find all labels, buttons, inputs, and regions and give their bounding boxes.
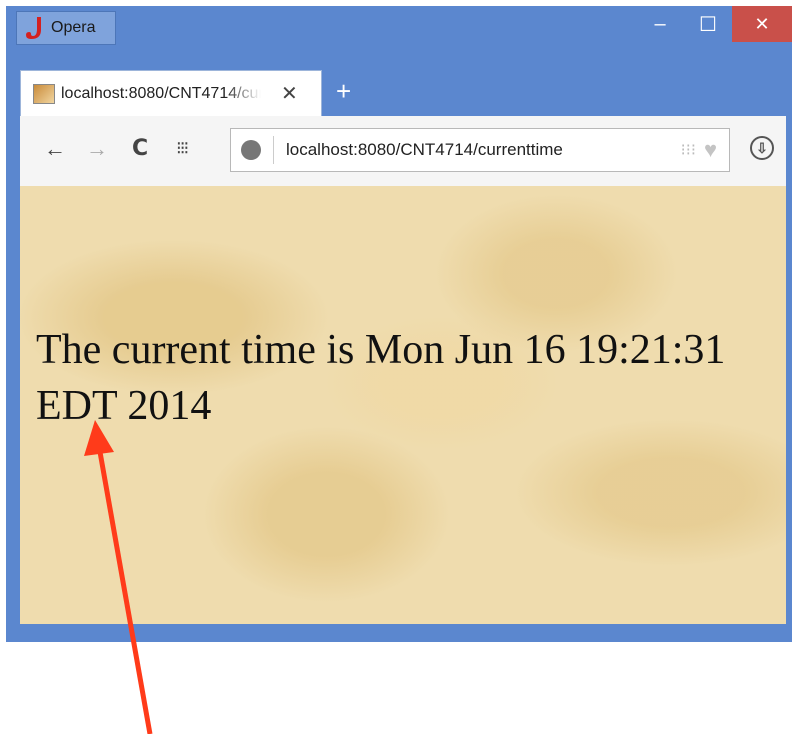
close-window-button[interactable]: ✕ <box>732 6 792 42</box>
browser-window: Opera – ☐ ✕ localhost:8080/CNT4714/curre… <box>6 6 792 642</box>
address-speed-dial-icon[interactable]: ⁝⁝⁝ <box>681 140 696 160</box>
tab-title: localhost:8080/CNT4714/currenttime <box>61 84 261 102</box>
minimize-button[interactable]: – <box>642 6 678 42</box>
forward-arrow-icon[interactable]: → <box>86 136 108 162</box>
address-input[interactable]: localhost:8080/CNT4714/currenttime <box>286 140 681 160</box>
download-icon[interactable]: ⇩ <box>750 136 774 160</box>
address-divider <box>273 136 274 164</box>
site-info-icon[interactable] <box>241 140 261 160</box>
opera-menu-label: Opera <box>51 19 96 36</box>
reload-icon[interactable]: C <box>132 136 148 161</box>
opera-menu-button[interactable]: Opera <box>16 11 116 45</box>
maximize-button[interactable]: ☐ <box>690 6 726 42</box>
bookmark-heart-icon[interactable]: ♥ <box>704 137 717 163</box>
back-arrow-icon[interactable]: ← <box>44 136 66 162</box>
navigation-toolbar: ← → C ⁝⁝⁝ localhost:8080/CNT4714/current… <box>20 116 786 187</box>
page-favicon-icon <box>33 83 55 104</box>
new-tab-button[interactable]: + <box>336 76 351 107</box>
address-bar[interactable]: localhost:8080/CNT4714/currenttime ⁝⁝⁝ ♥ <box>230 128 730 172</box>
opera-logo-icon <box>25 16 43 40</box>
page-content: The current time is Mon Jun 16 19:21:31 … <box>20 186 786 624</box>
speed-dial-icon[interactable]: ⁝⁝⁝ <box>176 138 189 159</box>
tab-close-icon[interactable]: ✕ <box>281 81 298 106</box>
tab-currenttime[interactable]: localhost:8080/CNT4714/currenttime ✕ <box>20 70 322 116</box>
current-time-text: The current time is Mon Jun 16 19:21:31 … <box>36 327 726 429</box>
